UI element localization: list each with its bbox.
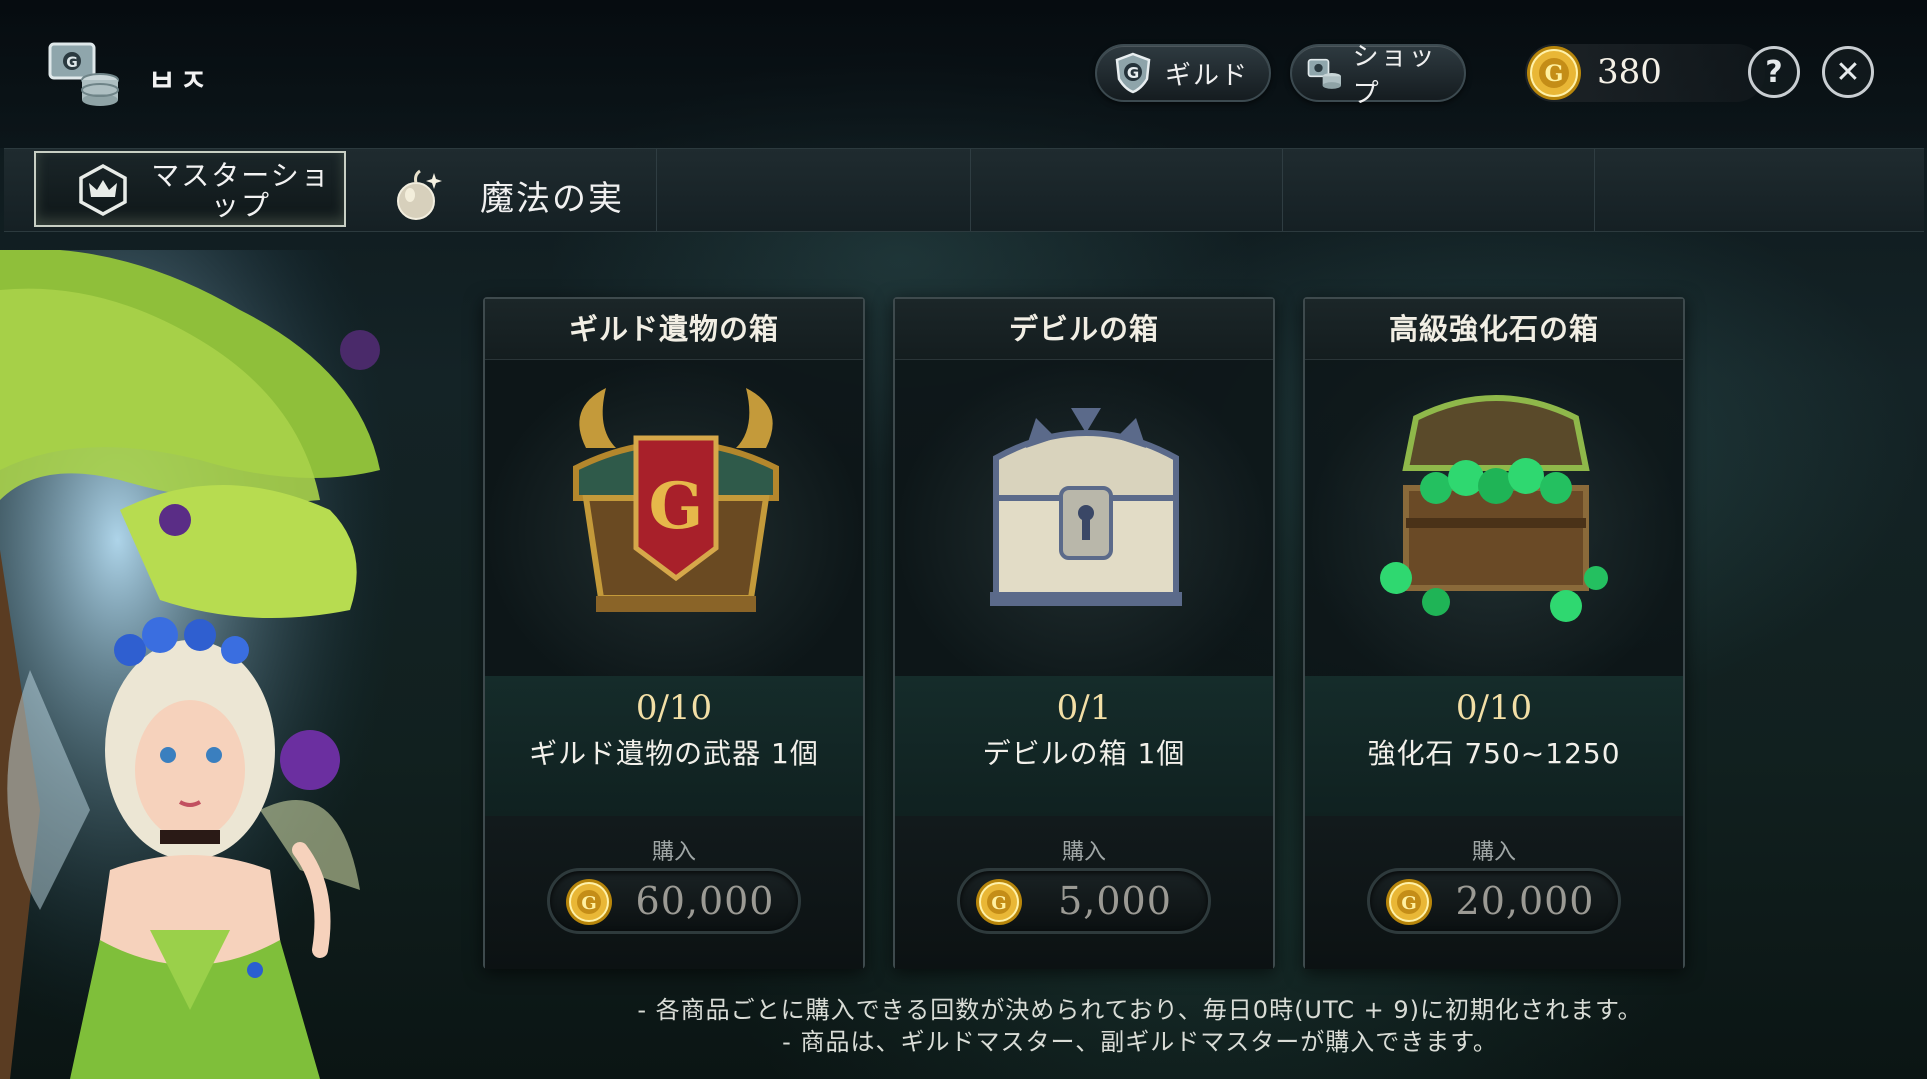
guild-shield-icon: G [1115, 52, 1151, 94]
tab-divider [970, 149, 971, 231]
close-button[interactable]: ✕ [1822, 46, 1874, 98]
buy-label: 購入 [651, 840, 696, 865]
currency-display: G 380 [1525, 44, 1765, 102]
buy-label: 購入 [1471, 840, 1516, 865]
purchase-count: 0/10 [635, 688, 713, 728]
gold-coin-icon: G [976, 879, 1022, 925]
card-title: デビルの箱 [895, 299, 1273, 360]
shop-coins-icon [1307, 58, 1341, 89]
card-image: G [485, 360, 863, 676]
buy-section: 購入 G 5,000 [895, 816, 1273, 969]
card-image [1305, 360, 1683, 676]
tab-divider [1282, 149, 1283, 231]
fairy-character-illustration [0, 250, 470, 1079]
svg-text:G: G [66, 55, 78, 71]
tab-divider [656, 149, 657, 231]
top-bar: G ㅂㅈ G ギルド ショップ G 380 ? ✕ [0, 0, 1927, 148]
shop-note-reset: - 各商品ごとに購入できる回数が決められており、毎日0時(UTC + 9)に初期… [637, 996, 1643, 1024]
tab-bar: マスターショップ 魔法の実 [4, 148, 1924, 232]
tab-master-shop-label: マスターショップ [151, 159, 331, 222]
buy-section: 購入 G 60,000 [485, 816, 863, 969]
card-title: ギルド遺物の箱 [485, 299, 863, 360]
svg-text:G: G [1401, 893, 1416, 914]
guild-button-label: ギルド [1165, 60, 1250, 91]
svg-text:G: G [581, 893, 596, 914]
tab-master-shop[interactable]: マスターショップ [34, 151, 346, 227]
shop-item-card-enhance-stone: 高級強化石の箱 0/10 強化石 750~1250 購入 G 20,000 [1303, 297, 1685, 969]
svg-text:G: G [991, 893, 1006, 914]
item-description: デビルの箱 1個 [982, 737, 1186, 770]
item-description: ギルド遺物の武器 1個 [529, 737, 819, 770]
gold-coin-icon: G [1527, 46, 1581, 100]
shop-item-card-guild-relic: ギルド遺物の箱 G 0/10 ギルド遺物の武器 1個 購入 G 60,000 [483, 297, 865, 969]
guild-name: ㅂㅈ [148, 64, 212, 99]
buy-button[interactable]: G 20,000 [1367, 868, 1621, 934]
currency-amount: 380 [1597, 52, 1662, 92]
price-amount: 60,000 [635, 879, 775, 923]
tab-divider [1594, 149, 1595, 231]
buy-section: 購入 G 20,000 [1305, 816, 1683, 969]
card-image [895, 360, 1273, 676]
card-info: 0/10 強化石 750~1250 [1305, 676, 1683, 816]
buy-button[interactable]: G 60,000 [547, 868, 801, 934]
tab-magic-fruit[interactable]: 魔法の実 [480, 171, 624, 220]
shop-button[interactable]: ショップ [1290, 42, 1466, 109]
card-info: 0/1 デビルの箱 1個 [895, 676, 1273, 816]
magic-fruit-icon [397, 169, 442, 220]
price-amount: 5,000 [1058, 879, 1172, 923]
buy-label: 購入 [1061, 840, 1106, 865]
guild-relic-chest-icon: G [573, 388, 779, 612]
guild-button[interactable]: G ギルド [1095, 44, 1271, 102]
svg-text:G: G [649, 469, 704, 544]
shop-item-card-devil-box: デビルの箱 0/1 デビルの箱 1個 購入 G 5,000 [893, 297, 1275, 969]
enhance-stone-chest-icon [1380, 395, 1608, 622]
card-title: 高級強化石の箱 [1305, 299, 1683, 360]
gold-coin-icon: G [1386, 879, 1432, 925]
purchase-count: 0/1 [1056, 688, 1112, 728]
shop-button-label: ショップ [1352, 42, 1437, 109]
price-amount: 20,000 [1455, 879, 1595, 923]
buy-button[interactable]: G 5,000 [957, 868, 1211, 934]
purchase-count: 0/10 [1455, 688, 1533, 728]
gold-coin-icon: G [566, 879, 612, 925]
item-description: 強化石 750~1250 [1367, 737, 1621, 770]
help-button[interactable]: ? [1748, 46, 1800, 98]
card-info: 0/10 ギルド遺物の武器 1個 [485, 676, 863, 816]
svg-text:G: G [1545, 61, 1564, 87]
guild-emblem-icon: G [48, 42, 119, 106]
crown-shield-icon [79, 164, 127, 216]
svg-text:G: G [1127, 64, 1139, 82]
devil-chest-icon [990, 408, 1182, 606]
shop-note-permission: - 商品は、ギルドマスター、副ギルドマスターが購入できます。 [782, 1028, 1498, 1056]
